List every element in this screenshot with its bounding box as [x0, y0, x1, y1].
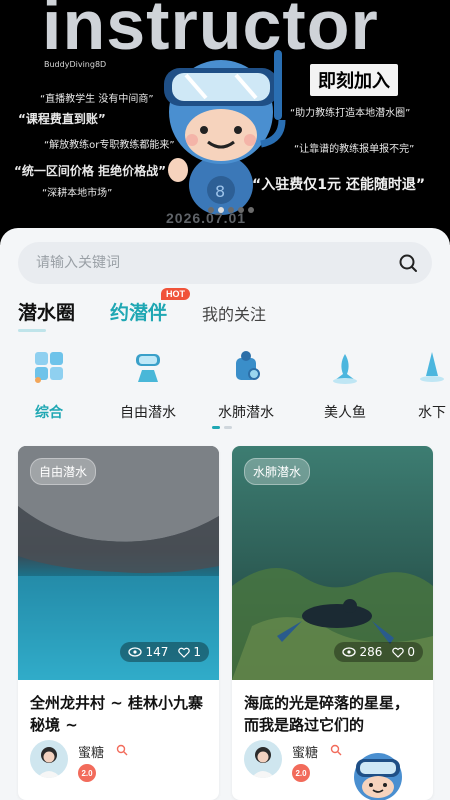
likes-count: 0: [407, 645, 415, 659]
banner-slogan: “让靠谱的教练报单报不完”: [294, 144, 415, 155]
pager-dot: [224, 426, 232, 429]
diver-mascot-illustration: 8: [164, 50, 286, 215]
post-tag: 自由潜水: [30, 458, 97, 485]
pager-dot-active: [212, 426, 220, 429]
category-pager: [212, 426, 232, 429]
post-stats: 286 0: [334, 642, 423, 662]
app-screen: instructor BuddyDiving8D 即刻加入 “直播教学生 没有中…: [0, 0, 450, 800]
eye-icon: [342, 647, 357, 657]
banner-slogan: “课程费直到账”: [18, 112, 106, 126]
join-now-button[interactable]: 即刻加入: [310, 64, 398, 96]
category-label: 水下: [418, 405, 446, 421]
likes-count: 1: [193, 645, 201, 659]
post-tag: 水肺潜水: [244, 458, 311, 485]
tab-dive-circle[interactable]: 潜水圈: [18, 298, 75, 325]
carousel-dot: [248, 207, 254, 213]
level-badge: 2.0: [78, 764, 96, 782]
banner-slogan: “助力教练打造本地潜水圈”: [290, 108, 411, 119]
views-count: 147: [145, 645, 169, 659]
tab-following[interactable]: 我的关注: [202, 301, 266, 325]
eye-icon: [128, 647, 143, 657]
carousel-dot: [238, 207, 244, 213]
search-icon: [330, 744, 342, 756]
promo-banner[interactable]: instructor BuddyDiving8D 即刻加入 “直播教学生 没有中…: [0, 0, 450, 245]
views-count: 286: [359, 645, 383, 659]
content-sheet: 潜水圈 约潜伴 HOT 我的关注 综合: [0, 228, 450, 800]
banner-slogan: “深耕本地市场”: [42, 188, 113, 199]
search-icon: [116, 744, 128, 756]
banner-slogan: “直播教学生 没有中间商”: [40, 94, 154, 105]
post-stats: 147 1: [120, 642, 209, 662]
likes-stat[interactable]: 1: [178, 645, 201, 659]
freedive-icon: [136, 354, 160, 382]
mermaid-icon: [333, 354, 357, 384]
avatar[interactable]: [30, 740, 68, 778]
category-label: 综合: [35, 405, 63, 421]
author-name: 蜜糖: [78, 746, 105, 761]
svg-text:8: 8: [215, 182, 225, 201]
banner-carousel-indicator: [208, 207, 254, 213]
tab-find-buddy[interactable]: 约潜伴: [110, 298, 167, 325]
carousel-dot: [208, 207, 214, 213]
post-author[interactable]: 蜜糖 2.0: [30, 740, 210, 782]
category-row: 综合 自由潜水 水肺潜水 美人鱼 水下: [0, 346, 450, 424]
likes-stat[interactable]: 0: [392, 645, 415, 659]
carousel-dot: [228, 207, 234, 213]
scuba-icon: [236, 351, 260, 380]
views-stat: 286: [342, 645, 382, 659]
floating-mascot-button[interactable]: [350, 745, 406, 800]
category-label: 水肺潜水: [218, 405, 274, 421]
category-underwater[interactable]: 水下: [392, 346, 450, 422]
tab-indicator: [18, 329, 46, 332]
category-mermaid[interactable]: 美人鱼: [305, 346, 385, 422]
feed-tabs: 潜水圈 约潜伴 HOT 我的关注: [18, 288, 438, 336]
category-scuba[interactable]: 水肺潜水: [206, 346, 286, 422]
category-label: 自由潜水: [120, 405, 176, 421]
post-title: 海底的光是碎落的星星， 而我是路过它们的: [244, 694, 410, 734]
heart-icon: [178, 647, 191, 658]
category-label: 美人鱼: [324, 405, 366, 421]
post-title: 全州龙井村 ~ 桂林小九寨秘境 ~: [30, 694, 204, 734]
banner-brand: BuddyDiving8D: [44, 60, 107, 69]
grid-icon: [35, 352, 63, 383]
views-stat: 147: [128, 645, 168, 659]
category-freediving[interactable]: 自由潜水: [108, 346, 188, 422]
level-badge: 2.0: [292, 764, 310, 782]
banner-slogan: “统一区间价格 拒绝价格战”: [14, 164, 166, 178]
search-bar[interactable]: [18, 242, 432, 284]
heart-icon: [392, 647, 405, 658]
post-card[interactable]: 自由潜水 147 1 全州龙井村 ~ 桂林小九寨秘境 ~ 蜜糖 2.0: [18, 446, 219, 800]
category-all[interactable]: 综合: [9, 346, 89, 422]
hot-badge: HOT: [161, 288, 190, 300]
underwater-icon: [420, 352, 444, 382]
search-icon[interactable]: [398, 253, 418, 273]
carousel-dot-active: [218, 207, 224, 213]
avatar[interactable]: [244, 740, 282, 778]
author-name: 蜜糖: [292, 746, 319, 761]
search-input[interactable]: [36, 242, 376, 284]
